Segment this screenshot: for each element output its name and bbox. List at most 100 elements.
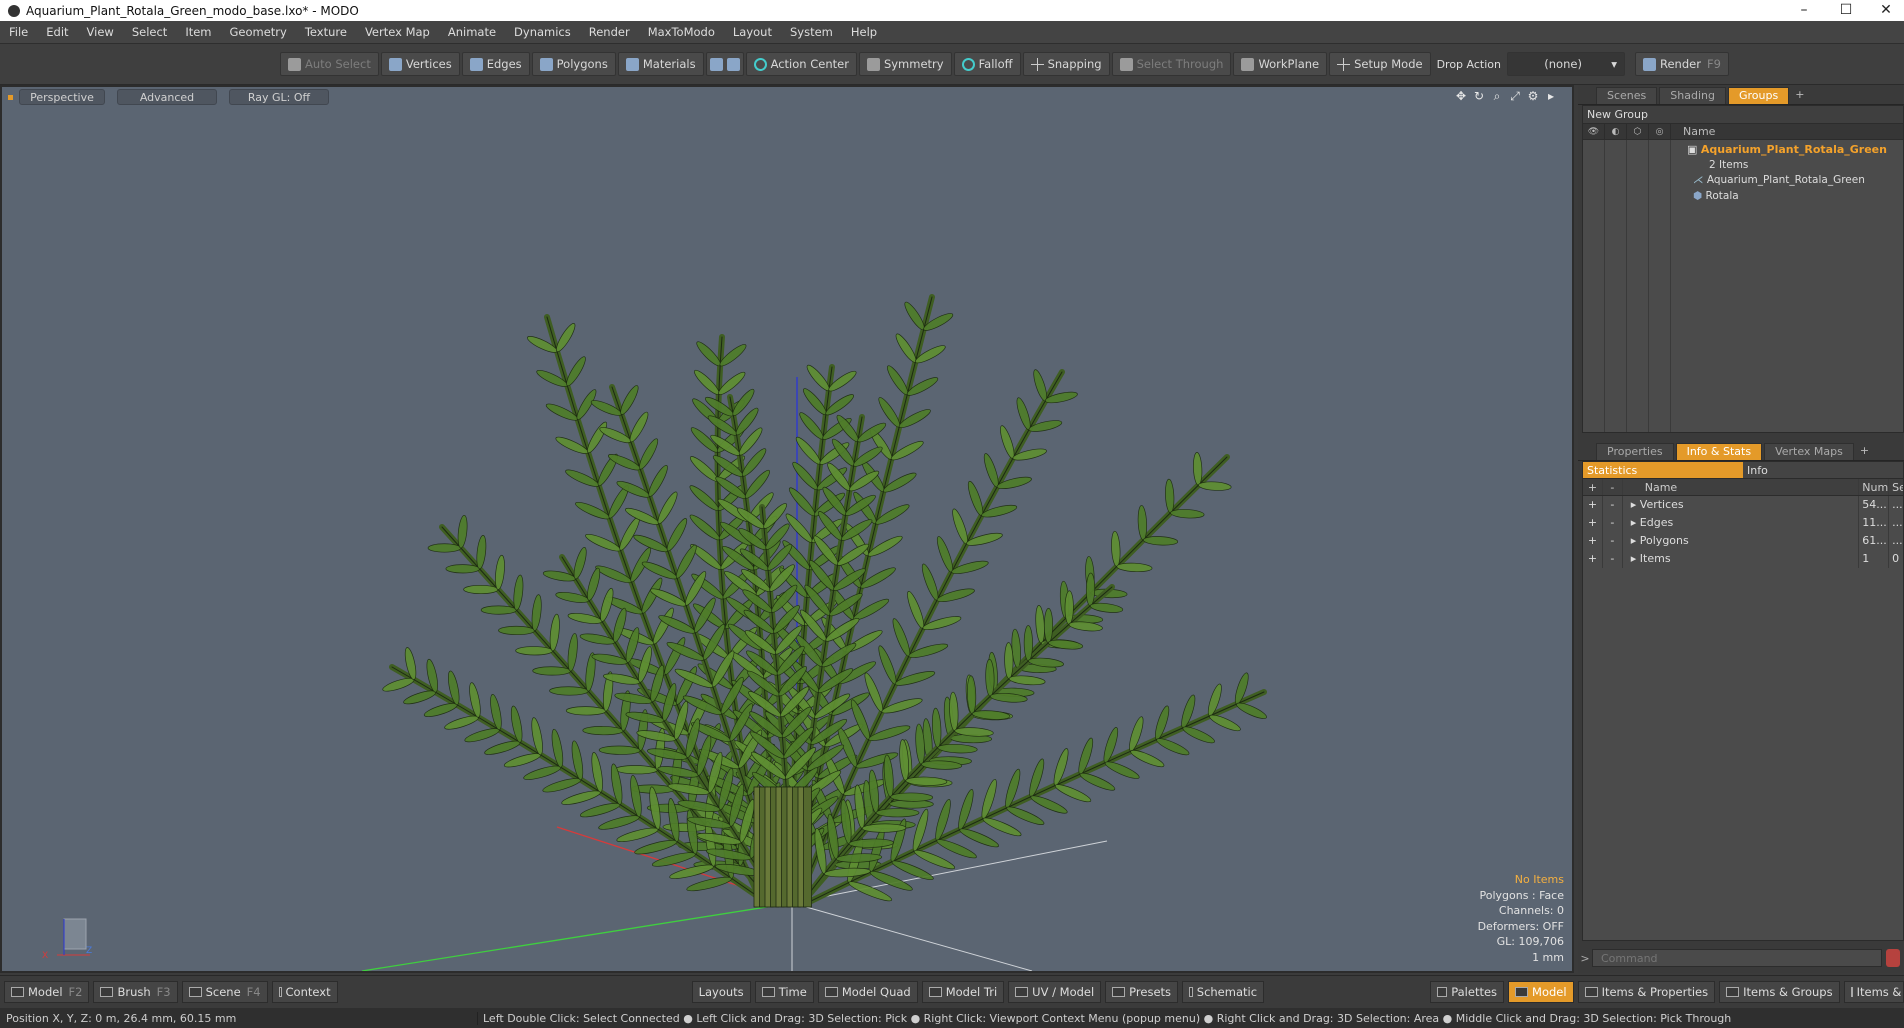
expand-arrow-icon[interactable]: ▸ — [1631, 552, 1640, 565]
tab-vertex-maps[interactable]: Vertex Maps — [1764, 443, 1854, 460]
command-execute-button[interactable] — [1886, 949, 1900, 967]
layout-brush-button[interactable]: Brush F3 — [93, 981, 178, 1003]
presets-button[interactable]: Presets — [1105, 981, 1179, 1003]
palettes-button[interactable]: Palettes — [1430, 981, 1505, 1003]
row-minus-icon[interactable]: - — [1603, 550, 1623, 568]
rotate-icon[interactable]: ↻ — [1472, 89, 1486, 103]
render-button[interactable]: Render F9 — [1635, 52, 1729, 76]
close-button[interactable]: ✕ — [1866, 0, 1904, 21]
stats-row-items[interactable]: + - ▸ Items 10 — [1583, 550, 1903, 568]
zoom-icon[interactable]: ⌕ — [1490, 89, 1504, 103]
shading-mode-tab[interactable]: Advanced — [117, 89, 217, 105]
row-plus-icon[interactable]: + — [1583, 496, 1603, 514]
drop-action-select[interactable]: (none) ▾ — [1507, 52, 1625, 76]
auto-select-button[interactable]: Auto Select — [280, 52, 379, 76]
expand-arrow-icon[interactable]: ▸ — [1631, 498, 1640, 511]
menu-animate[interactable]: Animate — [439, 21, 505, 44]
setup-mode-button[interactable]: Setup Mode — [1329, 52, 1431, 76]
materials-button[interactable]: Materials — [617, 52, 704, 76]
row-plus-icon[interactable]: + — [1583, 532, 1603, 550]
menu-vertex-map[interactable]: Vertex Map — [356, 21, 439, 44]
maximize-button[interactable]: ☐ — [1826, 0, 1866, 21]
raygl-tab[interactable]: Ray GL: Off — [229, 89, 329, 105]
add-tab-button[interactable]: + — [1791, 87, 1808, 104]
items-shading-button[interactable]: Items & Shading — [1843, 981, 1904, 1003]
layout-model-button[interactable]: Model F2 — [4, 981, 90, 1003]
stats-row-polygons[interactable]: + - ▸ Polygons 61...... — [1583, 532, 1903, 550]
polygons-button[interactable]: Polygons — [531, 52, 616, 76]
expand-arrow-icon[interactable]: ▸ — [1631, 534, 1640, 547]
tab-info[interactable]: Info — [1743, 462, 1903, 478]
view-type-tab[interactable]: Perspective — [19, 89, 105, 105]
tab-scenes[interactable]: Scenes — [1596, 87, 1658, 104]
tab-shading[interactable]: Shading — [1659, 87, 1726, 104]
model-tri-button[interactable]: Model Tri — [921, 981, 1005, 1003]
group-child-mesh[interactable]: ⋌ Aquarium_Plant_Rotala_Green — [1583, 172, 1903, 188]
3d-viewport[interactable]: X Z Perspective Advanced Ray GL: Off ✥ ↻… — [0, 85, 1574, 973]
menu-maxtomodo[interactable]: MaxToModo — [639, 21, 724, 44]
collapse-all-header[interactable]: - — [1603, 479, 1623, 495]
menu-render[interactable]: Render — [580, 21, 639, 44]
model-layout-button[interactable]: Model — [1508, 981, 1574, 1003]
action-center-button[interactable]: Action Center — [745, 52, 857, 76]
plant-mesh[interactable] — [381, 294, 1268, 908]
edges-button[interactable]: Edges — [461, 52, 530, 76]
gear-icon[interactable]: ⚙ — [1526, 89, 1540, 103]
row-minus-icon[interactable]: - — [1603, 532, 1623, 550]
command-input[interactable] — [1592, 949, 1882, 967]
group-child-material[interactable]: ⬢ Rotala — [1583, 188, 1903, 204]
layouts-button[interactable]: Layouts — [691, 981, 751, 1003]
items-properties-button[interactable]: Items & Properties — [1577, 981, 1716, 1003]
menu-geometry[interactable]: Geometry — [221, 21, 296, 44]
menu-texture[interactable]: Texture — [296, 21, 356, 44]
tab-groups[interactable]: Groups — [1727, 87, 1790, 104]
lock-column-icon[interactable]: ⬡ — [1627, 123, 1649, 140]
menu-view[interactable]: View — [78, 21, 123, 44]
falloff-button[interactable]: Falloff — [953, 52, 1021, 76]
menu-file[interactable]: File — [0, 21, 37, 44]
row-plus-icon[interactable]: + — [1583, 514, 1603, 532]
tab-info-stats[interactable]: Info & Stats — [1675, 443, 1763, 460]
command-history-icon[interactable]: > — [1578, 952, 1592, 965]
expand-arrow-icon[interactable]: ▸ — [1631, 516, 1640, 529]
layout-scene-button[interactable]: Scene F4 — [181, 981, 268, 1003]
row-minus-icon[interactable]: - — [1603, 496, 1623, 514]
select-column-icon[interactable]: ◎ — [1649, 123, 1671, 140]
menu-edit[interactable]: Edit — [37, 21, 77, 44]
tab-properties[interactable]: Properties — [1596, 443, 1674, 460]
snapping-button[interactable]: Snapping — [1022, 52, 1110, 76]
uv-model-button[interactable]: UV / Model — [1008, 981, 1102, 1003]
pan-icon[interactable]: ✥ — [1454, 89, 1468, 103]
select-through-button[interactable]: Select Through — [1111, 52, 1232, 76]
select-mode-toggle[interactable] — [705, 52, 744, 76]
new-group-button[interactable]: New Group — [1583, 106, 1903, 124]
fit-icon[interactable]: ⤢ — [1508, 89, 1522, 103]
vertices-button[interactable]: Vertices — [380, 52, 460, 76]
menu-system[interactable]: System — [781, 21, 842, 44]
chevron-right-icon[interactable]: ▸ — [1544, 89, 1558, 103]
visibility-column-icon[interactable]: 👁 — [1583, 123, 1605, 140]
schematic-button[interactable]: Schematic — [1182, 981, 1265, 1003]
viewport-menu-icon[interactable] — [8, 94, 13, 100]
workplane-button[interactable]: WorkPlane — [1233, 52, 1328, 76]
menu-layout[interactable]: Layout — [724, 21, 781, 44]
row-plus-icon[interactable]: + — [1583, 550, 1603, 568]
scene-canvas[interactable]: X Z — [2, 87, 1572, 971]
minimize-button[interactable]: – — [1784, 0, 1824, 21]
menu-select[interactable]: Select — [123, 21, 176, 44]
row-minus-icon[interactable]: - — [1603, 514, 1623, 532]
menu-help[interactable]: Help — [842, 21, 886, 44]
render-column-icon[interactable]: ◐ — [1605, 123, 1627, 140]
group-row[interactable]: ▣ Aquarium_Plant_Rotala_Green — [1583, 142, 1903, 158]
tab-statistics[interactable]: Statistics — [1583, 462, 1743, 478]
time-button[interactable]: Time — [754, 981, 814, 1003]
expand-all-header[interactable]: + — [1583, 479, 1603, 495]
add-stats-tab-button[interactable]: + — [1856, 443, 1873, 460]
layout-context-button[interactable]: Context — [271, 981, 338, 1003]
stats-row-edges[interactable]: + - ▸ Edges 11...... — [1583, 514, 1903, 532]
symmetry-button[interactable]: Symmetry — [858, 52, 952, 76]
items-groups-button[interactable]: Items & Groups — [1719, 981, 1840, 1003]
stats-row-vertices[interactable]: + - ▸ Vertices 54...... — [1583, 496, 1903, 514]
menu-item[interactable]: Item — [176, 21, 220, 44]
menu-dynamics[interactable]: Dynamics — [505, 21, 580, 44]
